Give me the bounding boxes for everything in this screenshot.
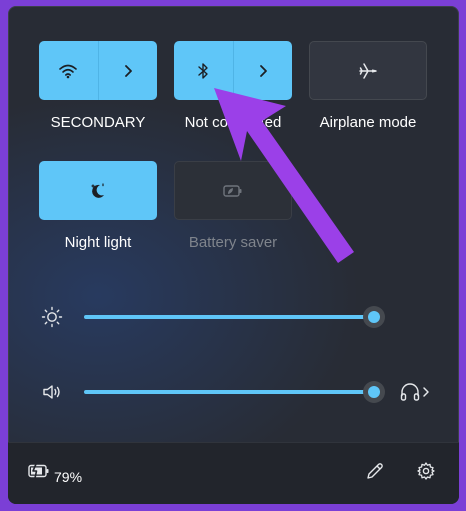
battery-percentage[interactable]: 79% xyxy=(54,469,82,485)
bluetooth-icon xyxy=(198,62,208,79)
chevron-right-icon xyxy=(259,64,267,77)
airplane-mode-tile[interactable] xyxy=(309,41,427,100)
bluetooth-expand-button[interactable] xyxy=(234,41,293,100)
gear-icon xyxy=(417,462,435,480)
headphones-icon xyxy=(400,383,420,401)
chevron-right-icon xyxy=(423,387,429,397)
wifi-toggle[interactable] xyxy=(39,41,98,100)
brightness-icon xyxy=(40,305,64,329)
brightness-track[interactable] xyxy=(84,315,374,319)
quick-settings-panel: SECONDARY Not connected Airplane mode Ni… xyxy=(8,6,459,504)
volume-slider-thumb[interactable] xyxy=(363,381,385,403)
edit-quick-settings-button[interactable] xyxy=(362,458,388,484)
pencil-icon xyxy=(367,463,383,479)
chevron-right-icon xyxy=(124,64,132,77)
airplane-icon xyxy=(359,62,377,79)
night-light-tile[interactable] xyxy=(39,161,157,220)
night-light-icon xyxy=(91,182,104,198)
airplane-mode-tile-label: Airplane mode xyxy=(319,114,417,131)
settings-button[interactable] xyxy=(413,458,439,484)
volume-track[interactable] xyxy=(84,390,374,394)
battery-charging-icon[interactable] xyxy=(26,460,52,482)
bluetooth-tile[interactable] xyxy=(174,41,292,100)
battery-saver-tile-label: Battery saver xyxy=(188,234,278,251)
wifi-tile[interactable] xyxy=(39,41,157,100)
brightness-slider-row xyxy=(8,302,459,332)
volume-slider-row xyxy=(8,377,459,407)
wifi-icon xyxy=(59,64,78,78)
bluetooth-toggle[interactable] xyxy=(174,41,233,100)
battery-saver-tile xyxy=(174,161,292,220)
speaker-icon[interactable] xyxy=(40,380,64,404)
audio-output-button[interactable] xyxy=(393,379,435,405)
battery-saver-icon xyxy=(223,184,242,197)
wifi-expand-button[interactable] xyxy=(99,41,158,100)
brightness-slider-thumb[interactable] xyxy=(363,306,385,328)
